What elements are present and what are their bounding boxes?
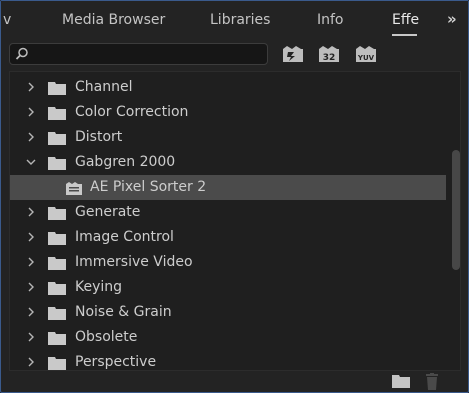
tree-folder-color-correction[interactable]: Color Correction xyxy=(10,100,446,125)
chevron-right-icon[interactable] xyxy=(25,281,37,293)
accelerated-effects-icon[interactable] xyxy=(282,45,304,63)
chevron-down-icon[interactable] xyxy=(25,156,37,168)
tree-item-label: Noise & Grain xyxy=(75,304,172,320)
tree-item-label: Keying xyxy=(75,279,123,295)
tree-folder-noise-grain[interactable]: Noise & Grain xyxy=(10,300,446,325)
scrollbar-thumb[interactable] xyxy=(452,150,460,270)
chevron-right-icon[interactable] xyxy=(25,106,37,118)
effects-toolbar: 32 YUV xyxy=(1,37,468,71)
tree-item-label: Color Correction xyxy=(75,104,189,120)
tab-info[interactable]: Info xyxy=(317,12,344,28)
effects-tree: Channel Color Correction Distort Gabgren… xyxy=(9,71,461,371)
trash-icon[interactable] xyxy=(424,373,440,390)
folder-icon xyxy=(48,207,66,220)
effect-icon xyxy=(66,182,82,195)
chevron-right-icon[interactable] xyxy=(25,331,37,343)
folder-icon xyxy=(48,107,66,120)
tree-item-label: Image Control xyxy=(75,229,174,245)
tree-folder-obsolete[interactable]: Obsolete xyxy=(10,325,446,350)
chevron-right-icon[interactable] xyxy=(25,206,37,218)
chevron-right-icon[interactable] xyxy=(25,306,37,318)
tab-libraries[interactable]: Libraries xyxy=(210,12,270,28)
yuv-effects-icon[interactable]: YUV xyxy=(355,45,377,63)
tree-folder-keying[interactable]: Keying xyxy=(10,275,446,300)
tab-clipped-container: v xyxy=(1,1,21,37)
tab-media-browser[interactable]: Media Browser xyxy=(62,12,165,28)
chevron-right-icon[interactable] xyxy=(25,231,37,243)
folder-icon xyxy=(48,132,66,145)
tree-folder-perspective[interactable]: Perspective xyxy=(10,350,446,370)
svg-text:YUV: YUV xyxy=(357,54,375,62)
tree-folder-gabgren-2000[interactable]: Gabgren 2000 xyxy=(10,150,446,175)
tab-bar: v Media Browser Libraries Info Effe » xyxy=(1,1,468,37)
tree-item-label: Distort xyxy=(75,129,123,145)
folder-icon xyxy=(48,357,66,370)
tree-item-label: Generate xyxy=(75,204,141,220)
chevron-right-icon[interactable] xyxy=(25,131,37,143)
tree-folder-distort[interactable]: Distort xyxy=(10,125,446,150)
tree-folder-channel[interactable]: Channel xyxy=(10,75,446,100)
tree-item-label: Gabgren 2000 xyxy=(75,154,176,170)
folder-icon xyxy=(48,282,66,295)
tree-item-label: Channel xyxy=(75,79,133,95)
bottom-bar xyxy=(1,371,468,393)
folder-icon xyxy=(48,232,66,245)
chevron-right-icon[interactable] xyxy=(25,256,37,268)
tree-item-label: Immersive Video xyxy=(75,254,193,270)
effects-panel: v Media Browser Libraries Info Effe » 32… xyxy=(0,0,469,393)
folder-icon xyxy=(48,307,66,320)
chevron-right-icon[interactable] xyxy=(25,356,37,368)
search-icon xyxy=(15,47,28,60)
tree-item-label: Obsolete xyxy=(75,329,138,345)
folder-icon xyxy=(48,332,66,345)
tree-folder-immersive-video[interactable]: Immersive Video xyxy=(10,250,446,275)
folder-icon xyxy=(48,82,66,95)
svg-text:32: 32 xyxy=(323,53,336,63)
tab-overflow-button[interactable]: » xyxy=(447,10,457,28)
folder-icon xyxy=(48,157,66,170)
vertical-scrollbar[interactable] xyxy=(450,72,460,370)
search-input[interactable] xyxy=(9,43,268,65)
folder-icon xyxy=(48,257,66,270)
tree-effect-ae-pixel-sorter-2[interactable]: AE Pixel Sorter 2 xyxy=(10,175,446,200)
tree-folder-image-control[interactable]: Image Control xyxy=(10,225,446,250)
new-bin-folder-icon[interactable] xyxy=(392,373,410,388)
active-tab-underline xyxy=(392,34,417,36)
32bit-effects-icon[interactable]: 32 xyxy=(318,45,340,63)
tree-folder-generate[interactable]: Generate xyxy=(10,200,446,225)
tab-effects[interactable]: Effe xyxy=(392,12,419,28)
chevron-right-icon[interactable] xyxy=(25,81,37,93)
tree-item-label: Perspective xyxy=(75,354,157,370)
tree-item-label: AE Pixel Sorter 2 xyxy=(90,179,207,195)
tab-clipped[interactable]: v xyxy=(3,12,11,28)
